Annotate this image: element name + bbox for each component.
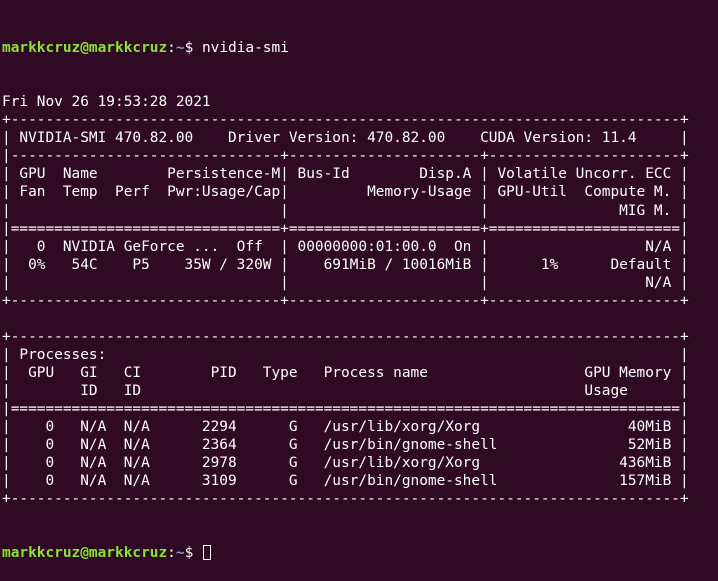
output-line: | NVIDIA-SMI 470.82.00 Driver Version: 4… [2, 130, 689, 147]
output-line: | Processes: | [2, 346, 689, 363]
output-line: | 0 N/A N/A 2978 G /usr/lib/xorg/Xorg 43… [2, 455, 689, 472]
output-line: | GPU GI CI PID Type Process name GPU Me… [2, 364, 689, 381]
output-line: Fri Nov 26 19:53:28 2021 [2, 94, 211, 111]
prompt-cwd: ~ [175, 40, 185, 57]
output-line: | | | MIG M. | [2, 202, 689, 219]
output-line: +---------------------------------------… [2, 112, 689, 129]
output-line: |=======================================… [2, 401, 689, 418]
output-line: |===============================+=======… [2, 220, 689, 237]
new-prompt-line[interactable]: markkcruz@markkcruz:~$ [2, 544, 716, 562]
nvidia-smi-output: Fri Nov 26 19:53:28 2021 +---------------… [2, 93, 716, 508]
output-line: | 0 NVIDIA GeForce ... Off | 00000000:01… [2, 238, 689, 255]
output-line: |-------------------------------+-------… [2, 148, 689, 165]
prompt-user-host: markkcruz@markkcruz [2, 545, 168, 562]
output-line: +---------------------------------------… [2, 328, 689, 345]
text-cursor [202, 545, 211, 561]
output-line: | 0% 54C P5 35W / 320W | 691MiB / 10016M… [2, 256, 689, 273]
output-line: | ID ID Usage | [2, 382, 689, 399]
prompt-symbol: $ [184, 545, 202, 562]
prompt-user-host: markkcruz@markkcruz [2, 40, 168, 57]
output-line: +---------------------------------------… [2, 491, 689, 508]
prompt-separator: : [167, 545, 176, 562]
output-line: +-------------------------------+-------… [2, 292, 689, 309]
output-line: | Fan Temp Perf Pwr:Usage/Cap| Memory-Us… [2, 184, 689, 201]
terminal-output[interactable]: markkcruz@markkcruz:~$ nvidia-smi Fri No… [2, 3, 716, 581]
output-line: | 0 N/A N/A 3109 G /usr/bin/gnome-shell … [2, 473, 689, 490]
prompt-symbol: $ [184, 40, 202, 57]
prompt-command: nvidia-smi [201, 40, 289, 57]
output-line: | GPU Name Persistence-M| Bus-Id Disp.A … [2, 166, 689, 183]
command-prompt-line: markkcruz@markkcruz:~$ nvidia-smi [2, 39, 716, 57]
prompt-separator: : [167, 40, 176, 57]
output-line: | 0 N/A N/A 2294 G /usr/lib/xorg/Xorg 40… [2, 419, 689, 436]
prompt-cwd: ~ [175, 545, 185, 562]
output-line: | 0 N/A N/A 2364 G /usr/bin/gnome-shell … [2, 437, 689, 454]
output-line: | | | N/A | [2, 274, 689, 291]
